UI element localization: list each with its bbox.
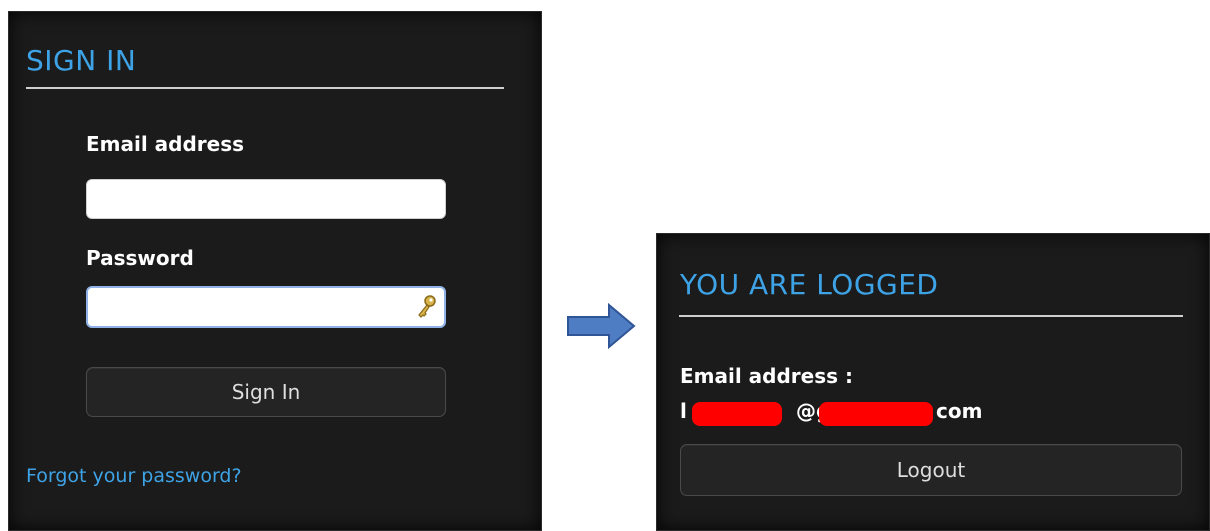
email-fragment: com (936, 399, 983, 423)
logout-button[interactable]: Logout (680, 444, 1182, 496)
sign-in-button[interactable]: Sign In (86, 367, 446, 417)
email-fragment: l (680, 399, 687, 423)
key-icon[interactable] (414, 294, 438, 320)
redaction-mark (819, 402, 933, 426)
password-input[interactable] (86, 286, 446, 328)
logged-in-panel: YOU ARE LOGGED Email address : l @g com … (656, 233, 1210, 531)
email-input[interactable] (86, 179, 446, 219)
password-label: Password (86, 246, 194, 270)
title-divider (26, 87, 504, 89)
logged-in-title: YOU ARE LOGGED (680, 268, 939, 301)
sign-in-panel: SIGN IN Email address Password Sign In F… (8, 11, 542, 531)
right-arrow-icon (567, 302, 637, 350)
email-address-label: Email address : (680, 364, 853, 388)
redaction-mark (692, 402, 782, 426)
email-label: Email address (86, 132, 245, 156)
title-divider (679, 315, 1183, 317)
sign-in-title: SIGN IN (26, 44, 137, 77)
forgot-password-link[interactable]: Forgot your password? (26, 465, 242, 487)
